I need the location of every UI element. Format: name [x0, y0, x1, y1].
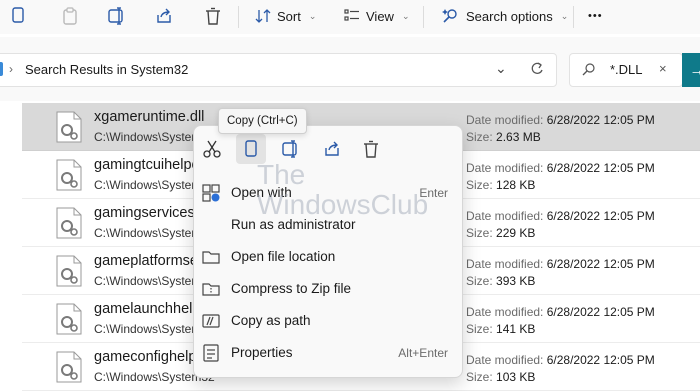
toolbar-divider [573, 6, 574, 28]
file-size: Size: 141 KB [466, 322, 536, 336]
file-size: Size: 393 KB [466, 274, 536, 288]
menu-item-copy-as-path[interactable]: Copy as path [194, 305, 462, 337]
file-size: Size: 128 KB [466, 178, 536, 192]
breadcrumb-chevron-icon[interactable]: › [9, 62, 13, 76]
dll-file-icon [56, 207, 82, 239]
search-options-icon [442, 9, 457, 23]
rename-icon[interactable] [280, 138, 302, 160]
menu-item-properties[interactable]: Properties Alt+Enter [194, 337, 462, 369]
toolbar-divider [423, 6, 424, 28]
chevron-down-icon: ⌄ [560, 10, 569, 21]
dll-file-icon [56, 351, 82, 383]
dll-file-icon [56, 159, 82, 191]
menu-item-compress-to-zip[interactable]: Compress to Zip file [194, 273, 462, 305]
address-bar[interactable]: › Search Results in System32 › ⌄ [0, 53, 557, 87]
dll-file-icon [56, 255, 82, 287]
search-go-button[interactable]: → [682, 53, 700, 87]
share-icon[interactable] [152, 5, 176, 27]
file-date: Date modified: 6/28/2022 12:05 PM [466, 353, 655, 367]
dll-file-icon [56, 303, 82, 335]
dll-file-icon [56, 111, 82, 143]
address-row: › Search Results in System32 › ⌄ *.DLL ×… [0, 37, 700, 101]
chevron-down-icon: ⌄ [308, 10, 317, 21]
view-button[interactable]: View ⌄ [344, 4, 410, 28]
watermark-logo: The WindowsClub [257, 159, 429, 220]
search-icon [582, 62, 596, 76]
menu-item-open-file-location[interactable]: Open file location [194, 241, 462, 273]
delete-icon[interactable] [201, 5, 225, 27]
sort-button[interactable]: Sort ⌄ [255, 4, 316, 28]
view-icon [344, 9, 359, 21]
toolbar-divider [238, 6, 239, 28]
breadcrumb-chevron-icon[interactable]: › [174, 62, 178, 76]
share-icon[interactable] [321, 138, 343, 160]
history-dropdown-icon[interactable]: ⌄ [495, 60, 507, 77]
file-date: Date modified: 6/28/2022 12:05 PM [466, 209, 655, 223]
paste-icon[interactable] [58, 5, 82, 27]
file-size: Size: 229 KB [466, 226, 536, 240]
search-options-button[interactable]: Search options ⌄ [442, 4, 568, 28]
search-input[interactable]: *.DLL × [569, 53, 683, 87]
search-value: *.DLL [610, 62, 643, 77]
file-date: Date modified: 6/28/2022 12:05 PM [466, 257, 655, 271]
file-size: Size: 103 KB [466, 370, 536, 384]
sort-label: Sort [277, 8, 301, 24]
open-with-icon [202, 184, 220, 202]
properties-icon [202, 344, 220, 362]
refresh-icon[interactable] [530, 62, 544, 76]
copy-tooltip: Copy (Ctrl+C) [218, 108, 307, 134]
chevron-down-icon: ⌄ [401, 10, 410, 21]
copy-path-icon [202, 312, 220, 330]
folder-icon [0, 62, 3, 76]
file-date: Date modified: 6/28/2022 12:05 PM [466, 305, 655, 319]
clear-search-icon[interactable]: × [659, 61, 667, 76]
folder-icon [202, 248, 220, 266]
file-name: xgameruntime.dll [94, 109, 205, 125]
file-size: Size: 2.63 MB [466, 130, 541, 144]
search-options-label: Search options [466, 8, 553, 24]
rename-icon[interactable] [105, 5, 129, 27]
cut-icon[interactable] [201, 138, 223, 160]
view-label: View [366, 8, 394, 24]
more-icon: ••• [588, 10, 603, 22]
breadcrumb-current[interactable]: Search Results in System32 [25, 62, 188, 77]
file-date: Date modified: 6/28/2022 12:05 PM [466, 113, 655, 127]
copy-icon[interactable] [6, 5, 30, 27]
sort-icon [255, 9, 271, 23]
delete-icon[interactable] [360, 138, 382, 160]
command-bar: Sort ⌄ View ⌄ Search options ⌄ ••• [0, 0, 700, 34]
more-options-button[interactable]: ••• [588, 4, 603, 28]
zip-icon [202, 280, 220, 298]
file-date: Date modified: 6/28/2022 12:05 PM [466, 161, 655, 175]
